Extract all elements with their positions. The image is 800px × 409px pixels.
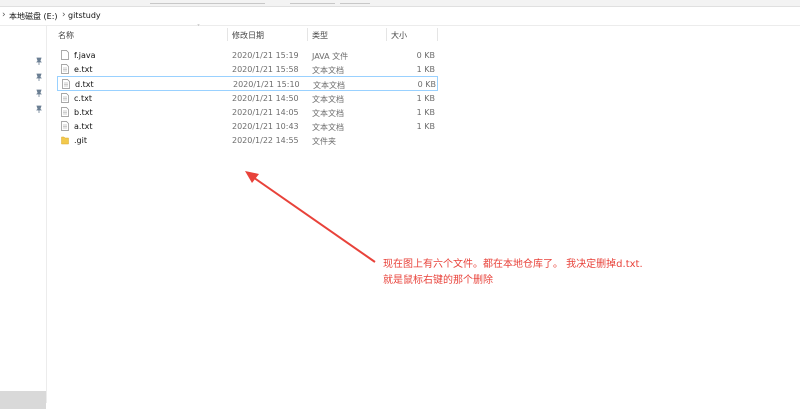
annotation-line-2: 就是鼠标右键的那个删除 — [383, 275, 493, 286]
annotation-note: 现在图上有六个文件。都在本地仓库了。 我决定删掉d.txt. 就是鼠标右键的那个… — [383, 257, 703, 289]
annotation-arrow — [245, 171, 376, 263]
annotation-line-1: 现在图上有六个文件。都在本地仓库了。 我决定删掉d.txt. — [383, 259, 643, 270]
